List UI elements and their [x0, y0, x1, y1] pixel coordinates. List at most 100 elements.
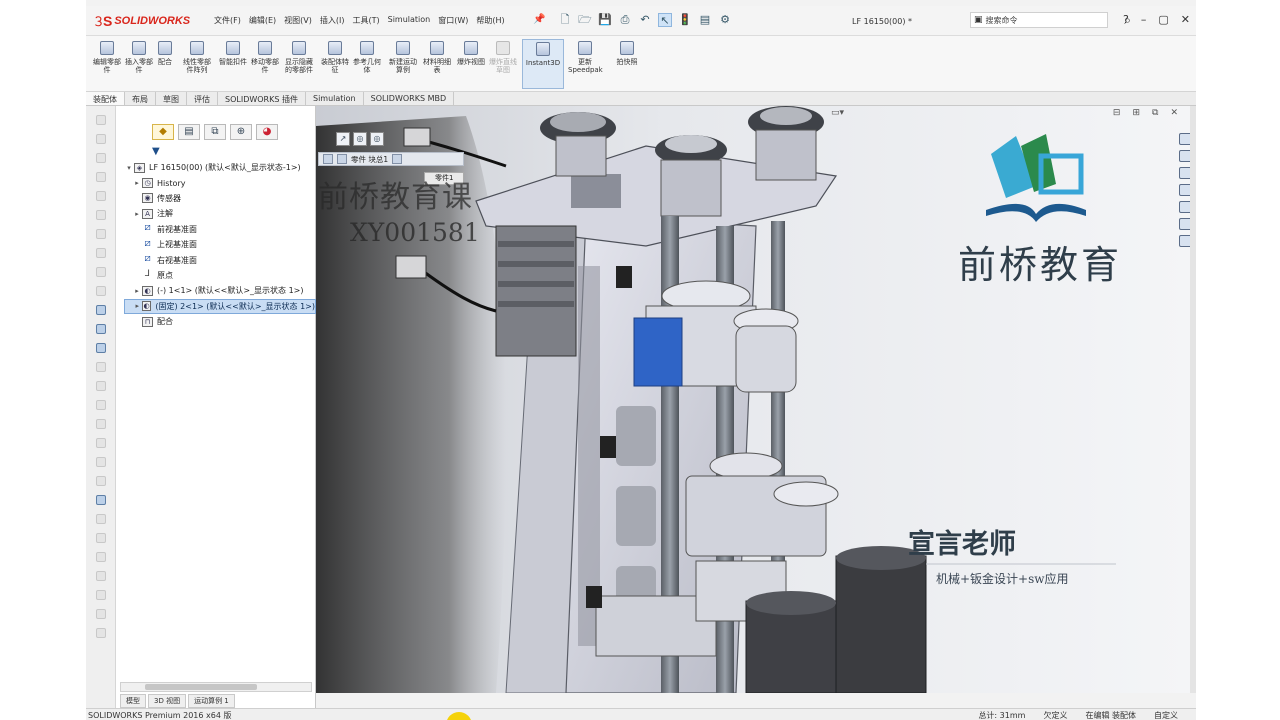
strip-tool-icon[interactable] [95, 134, 106, 144]
strip-tool-icon[interactable] [95, 115, 106, 125]
undo-icon[interactable]: ↶ [638, 13, 652, 27]
cmd-smart-fasteners[interactable]: 智能扣件 [216, 39, 250, 89]
viewport-restore-icon[interactable]: ⧉ [1152, 108, 1158, 118]
tab-evaluate[interactable]: 评估 [187, 92, 218, 105]
strip-tool-icon[interactable] [95, 552, 106, 562]
cmd-mate[interactable]: 配合 [148, 39, 182, 89]
strip-tool-icon[interactable] [95, 590, 106, 600]
tree-item[interactable]: ⧄ 上视基准面 [124, 237, 316, 252]
vertical-scrollbar[interactable] [1190, 106, 1196, 693]
tab-3d-views[interactable]: 3D 视图 [148, 694, 187, 708]
cmd-take-snapshot[interactable]: 拍快照 [610, 39, 644, 89]
strip-tool-icon[interactable] [95, 400, 106, 410]
menu-help[interactable]: 帮助(H) [476, 15, 504, 26]
tree-item[interactable]: ⊓ 配合 [124, 314, 316, 329]
strip-tool-icon[interactable] [95, 343, 106, 353]
strip-tool-icon[interactable] [95, 210, 106, 220]
strip-tool-icon[interactable] [95, 419, 106, 429]
tree-item[interactable]: ▸ ◷ History [124, 175, 316, 190]
tree-item[interactable]: ◉ 传感器 [124, 191, 316, 206]
strip-tool-icon[interactable] [95, 571, 106, 581]
strip-tool-icon[interactable] [95, 191, 106, 201]
strip-tool-icon[interactable] [95, 172, 106, 182]
status-units[interactable]: 自定义 [1154, 710, 1178, 720]
strip-tool-icon[interactable] [95, 457, 106, 467]
viewport-dropdown-icon[interactable]: ▭▾ [831, 108, 844, 118]
print-icon[interactable]: ⎙ [618, 13, 632, 27]
tree-item[interactable]: ⧄ 前视基准面 [124, 222, 316, 237]
cmd-reference-geometry[interactable]: 参考几何体 [350, 39, 384, 89]
strip-tool-icon[interactable] [95, 229, 106, 239]
tree-item[interactable]: ⧄ 右视基准面 [124, 252, 316, 267]
pin-menu-icon[interactable]: 📌 [533, 14, 545, 25]
menu-window[interactable]: 窗口(W) [438, 15, 468, 26]
expand-arrow-icon[interactable]: ▸ [132, 210, 142, 218]
cmd-motion-study[interactable]: 新建运动算例 [386, 39, 420, 89]
file-properties-icon[interactable]: ▤ [698, 13, 712, 27]
zoom-fit-icon[interactable]: ↗ [336, 132, 350, 146]
menu-simulation[interactable]: Simulation [388, 15, 431, 26]
expand-arrow-icon[interactable]: ▸ [132, 179, 142, 187]
expand-arrow-icon[interactable]: ▸ [133, 302, 142, 310]
tab-addins[interactable]: SOLIDWORKS 插件 [218, 92, 306, 105]
tree-item[interactable]: ▸ A 注解 [124, 206, 316, 221]
menu-tools[interactable]: 工具(T) [352, 15, 379, 26]
strip-tool-icon[interactable] [95, 248, 106, 258]
strip-tool-icon[interactable] [95, 324, 106, 334]
dimxpert-tab-icon[interactable]: ⊕ [230, 124, 252, 140]
tree-item[interactable]: ⅃ 原点 [124, 268, 316, 283]
view-orientation-icon[interactable]: ◎ [353, 132, 367, 146]
cmd-exploded-view[interactable]: 爆炸视图 [454, 39, 488, 89]
cmd-assembly-features[interactable]: 装配体特征 [318, 39, 352, 89]
strip-tool-icon[interactable] [95, 514, 106, 524]
menu-insert[interactable]: 插入(I) [320, 15, 345, 26]
tab-motion-study[interactable]: 运动算例 1 [188, 694, 235, 708]
strip-tool-icon[interactable] [95, 305, 106, 315]
strip-tool-icon[interactable] [95, 286, 106, 296]
tab-layout[interactable]: 布局 [125, 92, 156, 105]
tab-sketch[interactable]: 草图 [156, 92, 187, 105]
collapse-arrow-icon[interactable]: ▾ [124, 164, 134, 172]
strip-tool-icon[interactable] [95, 609, 106, 619]
strip-tool-icon[interactable] [95, 476, 106, 486]
cmd-instant3d[interactable]: Instant3D [522, 39, 564, 89]
cmd-linear-pattern[interactable]: 线性零部件阵列 [180, 39, 214, 89]
save-icon[interactable]: 💾 [598, 13, 612, 27]
viewport-tile-icon[interactable]: ⊞ [1132, 108, 1140, 118]
minimize-icon[interactable]: – [1141, 13, 1147, 26]
solidworks-logo[interactable]: 𝟹S SOLIDWORKS [94, 11, 204, 31]
open-icon[interactable]: 🗁 [578, 13, 592, 27]
strip-tool-icon[interactable] [95, 438, 106, 448]
horizontal-scrollbar[interactable] [120, 682, 312, 692]
tree-item[interactable]: ▸ ◐ (-) 1<1> (默认<<默认>_显示状态 1>) [124, 283, 316, 298]
help-icon[interactable]: ? [1123, 13, 1129, 26]
expand-arrow-icon[interactable]: ▸ [132, 287, 142, 295]
viewport-split-icon[interactable]: ⊟ [1113, 108, 1121, 118]
tree-root[interactable]: ▾ ◈ LF 16150(00) (默认<默认_显示状态-1>) [124, 160, 316, 175]
tab-assembly[interactable]: 装配体 [86, 92, 125, 105]
filter-icon[interactable]: ▼ [152, 146, 160, 157]
tab-model[interactable]: 模型 [120, 694, 146, 708]
menu-edit[interactable]: 编辑(E) [249, 15, 276, 26]
display-manager-tab-icon[interactable]: ◕ [256, 124, 278, 140]
options-icon[interactable]: ⚙ [718, 13, 732, 27]
strip-tool-icon[interactable] [95, 362, 106, 372]
configuration-manager-tab-icon[interactable]: ⧉ [204, 124, 226, 140]
strip-tool-icon[interactable] [95, 267, 106, 277]
maximize-icon[interactable]: ▢ [1158, 13, 1168, 26]
scroll-thumb[interactable] [145, 684, 257, 690]
cmd-update-speedpak[interactable]: 更新Speedpak [568, 39, 603, 89]
strip-tool-icon[interactable] [95, 628, 106, 638]
search-commands[interactable]: ▣ 搜索命令 ⌕ [970, 12, 1131, 28]
select-icon[interactable]: ↖ [658, 13, 672, 27]
strip-tool-icon[interactable] [95, 153, 106, 163]
feature-manager-tab-icon[interactable]: ◆ [152, 124, 174, 140]
cmd-move-component[interactable]: 移动零部件 [248, 39, 282, 89]
strip-tool-icon[interactable] [95, 495, 106, 505]
tree-item-selected[interactable]: ▸ ◐ (固定) 2<1> (默认<<默认>_显示状态 1>) [124, 298, 316, 314]
flyout-tree[interactable]: 零件 块总1 [318, 152, 464, 166]
tab-mbd[interactable]: SOLIDWORKS MBD [364, 92, 455, 105]
display-style-icon[interactable]: ◎ [370, 132, 384, 146]
menu-file[interactable]: 文件(F) [214, 15, 241, 26]
cmd-show-hidden[interactable]: 显示隐藏的零部件 [282, 39, 316, 89]
